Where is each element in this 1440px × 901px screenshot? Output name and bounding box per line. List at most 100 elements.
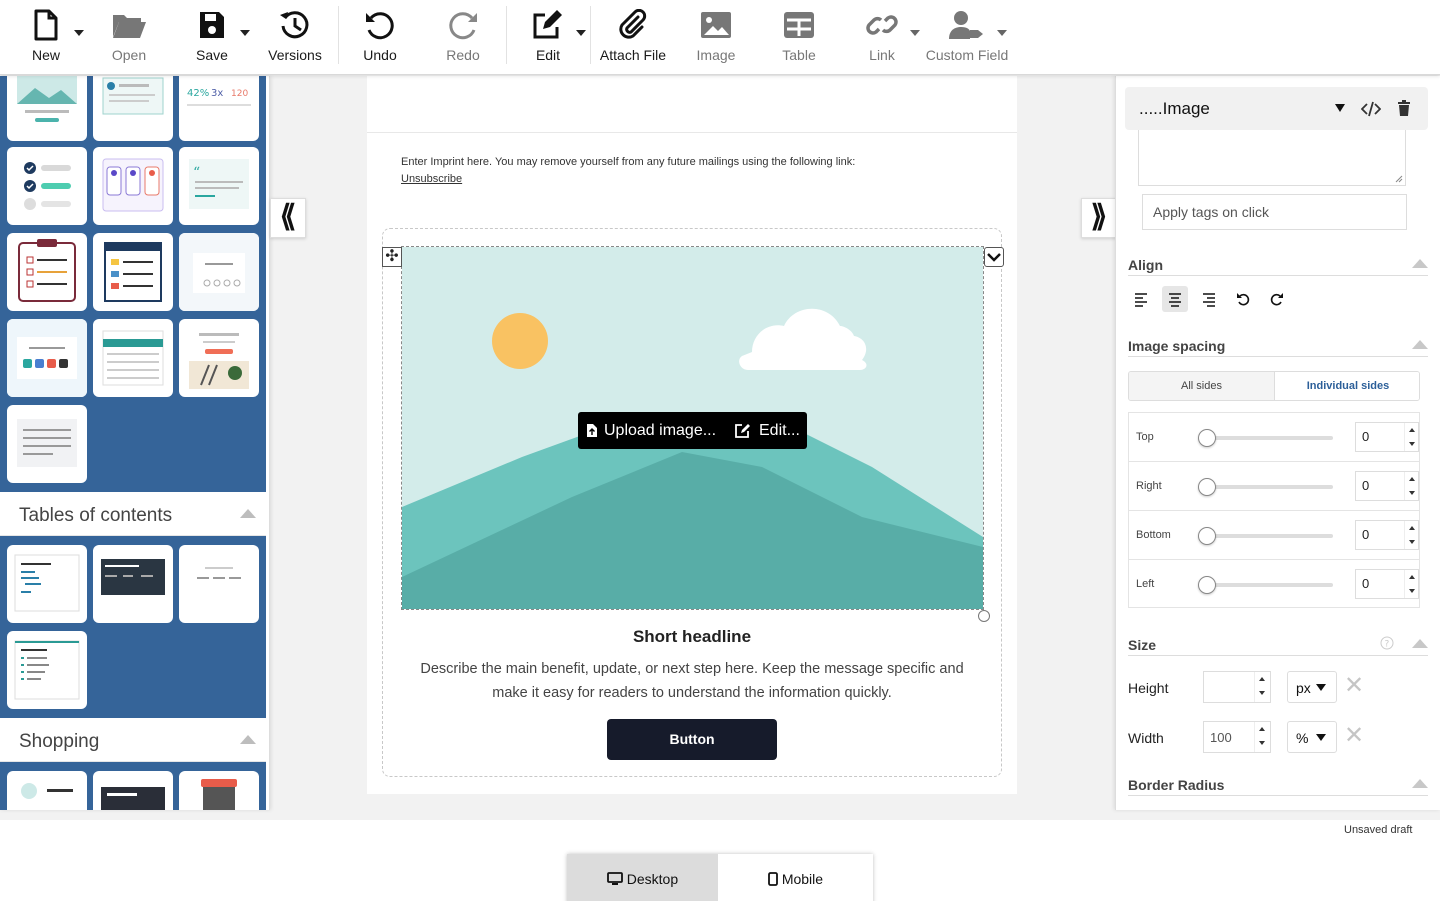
custom-field-button[interactable]: Custom Field <box>925 6 1009 68</box>
block-thumbnail[interactable] <box>7 545 87 623</box>
undo-button[interactable]: Undo <box>340 6 420 68</box>
stepper-up-icon[interactable] <box>1409 428 1415 432</box>
stepper-down-icon[interactable] <box>1409 540 1415 544</box>
size-section-header[interactable]: Size ? <box>1128 634 1428 656</box>
spacing-top-input[interactable]: 0 <box>1355 422 1419 452</box>
trash-icon[interactable] <box>1397 100 1411 117</box>
width-unit-select[interactable]: % <box>1287 721 1337 753</box>
block-thumbnail[interactable] <box>93 233 173 311</box>
slider-handle[interactable] <box>1198 527 1216 545</box>
section-header-shopping[interactable]: Shopping <box>0 718 266 762</box>
stepper[interactable] <box>1404 570 1418 598</box>
attach-file-button[interactable]: Attach File <box>593 6 673 68</box>
new-button[interactable]: New <box>6 6 86 68</box>
align-right-button[interactable] <box>1196 286 1222 312</box>
collapse-left-panel-button[interactable]: ⟪ <box>270 198 306 238</box>
clear-height-icon[interactable]: ✕ <box>1344 674 1364 698</box>
block-thumbnail[interactable] <box>7 233 87 311</box>
unsubscribe-link[interactable]: Unsubscribe <box>401 173 462 185</box>
block-thumbnail[interactable]: 42% 3x 120 <box>179 76 259 141</box>
align-section-header[interactable]: Align <box>1128 254 1428 276</box>
stepper-up-icon[interactable] <box>1409 575 1415 579</box>
block-body-text[interactable]: Describe the main benefit, update, or ne… <box>407 657 977 705</box>
desktop-view-button[interactable]: Desktop <box>567 854 718 901</box>
mobile-view-button[interactable]: Mobile <box>718 854 873 901</box>
code-icon[interactable] <box>1361 101 1381 117</box>
edit-button[interactable]: Edit <box>508 6 588 68</box>
align-left-button[interactable] <box>1128 286 1154 312</box>
stepper[interactable] <box>1404 521 1418 549</box>
block-thumbnail[interactable] <box>7 405 87 483</box>
stepper-down-icon[interactable] <box>1409 589 1415 593</box>
block-thumbnail[interactable]: “ <box>179 147 259 225</box>
block-thumbnail[interactable] <box>7 771 87 810</box>
rotate-right-button[interactable] <box>1264 286 1290 312</box>
slider-track[interactable] <box>1206 436 1333 440</box>
table-button[interactable]: Table <box>759 6 839 68</box>
slider-handle[interactable] <box>1198 429 1216 447</box>
stepper-up-icon[interactable] <box>1259 727 1265 731</box>
redo-button[interactable]: Redo <box>423 6 503 68</box>
stepper-down-icon[interactable] <box>1409 442 1415 446</box>
individual-sides-tab[interactable]: Individual sides <box>1275 372 1419 400</box>
image-spacing-section-header[interactable]: Image spacing <box>1128 335 1428 357</box>
block-type-selector[interactable]: .....Image <box>1125 87 1428 130</box>
block-thumbnail[interactable] <box>179 771 259 810</box>
slider-handle[interactable] <box>1198 576 1216 594</box>
block-options-dropdown[interactable] <box>984 247 1004 267</box>
apply-tags-input[interactable]: Apply tags on click <box>1142 194 1407 230</box>
stepper[interactable] <box>1254 672 1270 702</box>
save-button[interactable]: Save <box>172 6 252 68</box>
open-button[interactable]: Open <box>89 6 169 68</box>
edit-image-button[interactable]: Edit... <box>759 422 800 440</box>
block-thumbnail[interactable] <box>7 76 87 141</box>
block-thumbnail[interactable] <box>93 319 173 397</box>
stepper[interactable] <box>1404 423 1418 451</box>
slider-track[interactable] <box>1206 534 1333 538</box>
stepper-up-icon[interactable] <box>1409 526 1415 530</box>
cta-button[interactable]: Button <box>607 719 777 760</box>
block-thumbnail[interactable] <box>93 76 173 141</box>
stepper[interactable] <box>1254 722 1270 752</box>
upload-image-button[interactable]: Upload image... <box>604 422 716 440</box>
image-button[interactable]: Image <box>676 6 756 68</box>
block-thumbnail[interactable] <box>93 771 173 810</box>
clear-width-icon[interactable]: ✕ <box>1344 724 1364 748</box>
block-headline[interactable]: Short headline <box>367 627 1017 647</box>
stepper[interactable] <box>1404 472 1418 500</box>
versions-button[interactable]: Versions <box>255 6 335 68</box>
stepper-up-icon[interactable] <box>1259 677 1265 681</box>
slider-handle[interactable] <box>1198 478 1216 496</box>
alt-text-area[interactable] <box>1138 130 1406 186</box>
block-thumbnail[interactable] <box>179 319 259 397</box>
resize-handle[interactable] <box>978 610 990 622</box>
block-thumbnail[interactable] <box>7 319 87 397</box>
border-radius-section-header[interactable]: Border Radius <box>1128 774 1428 796</box>
stepper-down-icon[interactable] <box>1259 741 1265 745</box>
help-icon[interactable]: ? <box>1380 636 1394 650</box>
width-input[interactable]: 100 <box>1203 721 1271 753</box>
block-thumbnail[interactable] <box>93 147 173 225</box>
height-input[interactable] <box>1203 671 1271 703</box>
block-thumbnail[interactable] <box>179 233 259 311</box>
all-sides-tab[interactable]: All sides <box>1129 372 1275 400</box>
block-thumbnail[interactable] <box>93 545 173 623</box>
block-thumbnail[interactable] <box>7 147 87 225</box>
link-button[interactable]: Link <box>842 6 922 68</box>
spacing-right-input[interactable]: 0 <box>1355 471 1419 501</box>
height-unit-select[interactable]: px <box>1287 671 1337 703</box>
imprint-text[interactable]: Enter Imprint here. You may remove yours… <box>401 156 855 168</box>
section-header-tables-of-contents[interactable]: Tables of contents <box>0 492 266 536</box>
stepper-down-icon[interactable] <box>1259 691 1265 695</box>
dropdown-triangle-icon[interactable] <box>1334 103 1346 113</box>
align-center-button[interactable] <box>1162 286 1188 312</box>
collapse-right-panel-button[interactable]: ⟫ <box>1081 198 1117 238</box>
spacing-left-input[interactable]: 0 <box>1355 569 1419 599</box>
spacing-bottom-input[interactable]: 0 <box>1355 520 1419 550</box>
slider-track[interactable] <box>1206 583 1333 587</box>
slider-track[interactable] <box>1206 485 1333 489</box>
move-handle-icon[interactable]: ✣ <box>382 247 402 267</box>
block-thumbnail[interactable] <box>7 631 87 709</box>
stepper-up-icon[interactable] <box>1409 477 1415 481</box>
rotate-left-button[interactable] <box>1230 286 1256 312</box>
